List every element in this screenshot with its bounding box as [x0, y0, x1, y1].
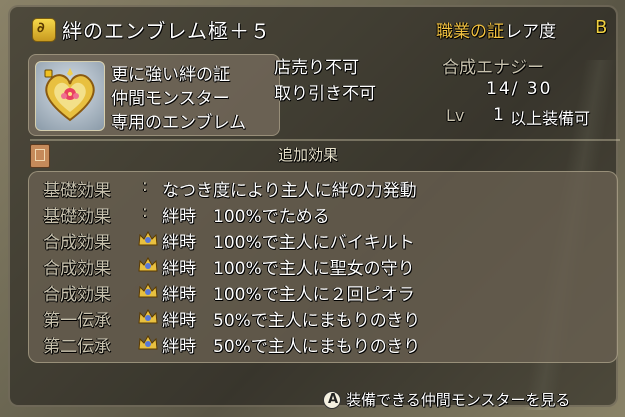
effect-text: 絆時 50%で主人にまもりのきり: [162, 337, 421, 357]
effect-label: 基礎効果: [43, 181, 111, 201]
effect-text: 絆時 100%でためる: [162, 207, 330, 227]
rarity-label: レア度: [505, 22, 556, 42]
effect-text: 絆時 100%で主人にバイキルト: [162, 233, 415, 253]
effect-row: 基礎効果 : 絆時 100%でためる: [29, 202, 617, 227]
effect-row: 合成効果 絆時 100%で主人にバイキルト: [29, 228, 617, 253]
crown-icon: [138, 308, 158, 324]
description-line-2: 仲間モンスター: [111, 89, 230, 109]
emblem-coin-icon: ∂: [32, 18, 56, 42]
trade-status: 取り引き不可: [274, 84, 376, 104]
rarity-value: B: [595, 17, 608, 38]
effect-row: 基礎効果 : なつき度により主人に絆の力発動: [29, 176, 617, 201]
effect-colon: :: [142, 202, 148, 222]
synthesis-energy-value: 14/ 30: [486, 79, 553, 99]
section-title: 追加効果: [278, 146, 339, 164]
effect-label: 第一伝承: [43, 311, 111, 331]
effect-row: 第一伝承 絆時 50%で主人にまもりのきり: [29, 306, 617, 331]
emblem-name: 絆のエンブレム極＋５: [62, 19, 271, 43]
effect-label: 合成効果: [43, 285, 111, 305]
effect-text: 絆時 100%で主人に聖女の守り: [162, 259, 415, 279]
book-icon: [30, 144, 50, 168]
level-label: Lv: [446, 106, 465, 125]
effect-label: 第二伝承: [43, 337, 111, 357]
description-line-1: 更に強い絆の証: [111, 65, 230, 85]
divider: [30, 139, 620, 141]
crown-icon: [138, 256, 158, 272]
job-proof-label: 職業の証: [436, 22, 504, 42]
sell-status: 店売り不可: [274, 58, 359, 78]
level-suffix: 以上装備可: [510, 109, 591, 128]
item-detail-window: ∂ 絆のエンブレム極＋５ 職業の証 レア度 B 更に強い絆の証 仲間モンスター …: [8, 5, 620, 410]
synthesis-energy-label: 合成エナジー: [442, 58, 544, 78]
effect-text: 絆時 100%で主人に２回ピオラ: [162, 285, 415, 305]
crown-icon: [138, 230, 158, 246]
effect-label: 合成効果: [43, 233, 111, 253]
effects-list: 基礎効果 : なつき度により主人に絆の力発動 基礎効果 : 絆時 100%でため…: [28, 171, 618, 363]
description-line-3: 専用のエンブレム: [111, 113, 247, 133]
effect-text: 絆時 50%で主人にまもりのきり: [162, 311, 421, 331]
description-box: 更に強い絆の証 仲間モンスター 専用のエンブレム: [28, 54, 280, 136]
effect-colon: :: [142, 176, 148, 196]
effect-label: 合成効果: [43, 259, 111, 279]
crown-icon: [138, 334, 158, 350]
effect-row: 合成効果 絆時 100%で主人に聖女の守り: [29, 254, 617, 279]
effect-text: なつき度により主人に絆の力発動: [162, 181, 417, 201]
level-value: 1: [493, 105, 504, 125]
view-equippable-monsters-button[interactable]: 装備できる仲間モンスターを見る: [346, 389, 570, 410]
effect-label: 基礎効果: [43, 207, 111, 227]
effect-row: 合成効果 絆時 100%で主人に２回ピオラ: [29, 280, 617, 305]
crown-icon: [138, 282, 158, 298]
effect-row: 第二伝承 絆時 50%で主人にまもりのきり: [29, 332, 617, 357]
a-button-icon[interactable]: A: [323, 391, 341, 409]
heart-emblem-icon: [35, 61, 105, 131]
